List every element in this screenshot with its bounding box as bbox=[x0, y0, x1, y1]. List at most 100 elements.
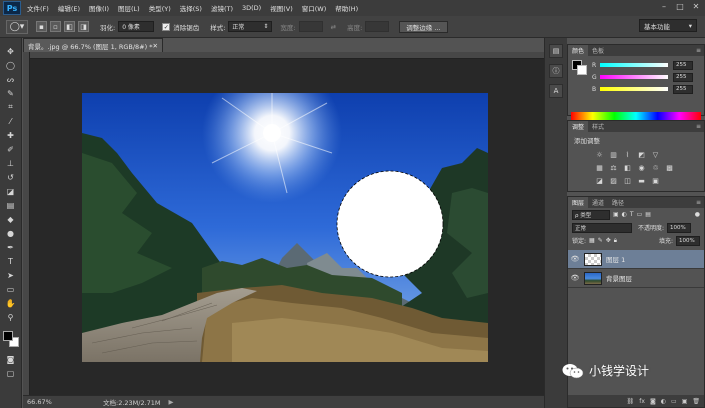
screen-mode-icon[interactable]: ▢ bbox=[3, 366, 19, 380]
threshold-icon[interactable]: ◫ bbox=[623, 176, 632, 185]
image-canvas[interactable] bbox=[82, 93, 488, 362]
layer-row[interactable]: 👁︎ 图层 1 bbox=[568, 250, 704, 269]
brush-tool-icon[interactable]: ✐ bbox=[3, 142, 19, 156]
close-icon[interactable]: ✕ bbox=[691, 2, 701, 12]
crop-tool-icon[interactable]: ⌗ bbox=[3, 100, 19, 114]
tab-channels[interactable]: 通道 bbox=[588, 198, 608, 207]
filter-toggle-icon[interactable]: ● bbox=[695, 211, 700, 218]
new-layer-icon[interactable]: ▣ bbox=[682, 398, 688, 405]
menu-filter[interactable]: 滤镜(T) bbox=[211, 3, 233, 13]
character-icon[interactable]: A bbox=[549, 84, 563, 98]
history-icon[interactable]: ▤ bbox=[549, 44, 563, 58]
quick-selection-tool-icon[interactable]: ✎ bbox=[3, 86, 19, 100]
gradient-map-icon[interactable]: ▬ bbox=[637, 176, 646, 185]
type-tool-icon[interactable]: T bbox=[3, 254, 19, 268]
minimize-icon[interactable]: – bbox=[659, 2, 669, 12]
filter-type-icon[interactable]: T bbox=[630, 211, 634, 218]
levels-icon[interactable]: ▥ bbox=[609, 150, 618, 159]
rectangle-tool-icon[interactable]: ▭ bbox=[3, 282, 19, 296]
height-input[interactable] bbox=[365, 21, 390, 32]
color-lookup-icon[interactable]: ▩ bbox=[665, 163, 674, 172]
filter-smart-icon[interactable]: ▤ bbox=[645, 211, 651, 218]
menu-file[interactable]: 文件(F) bbox=[27, 3, 49, 13]
channel-mixer-icon[interactable]: ♲ bbox=[651, 163, 660, 172]
layer-style-icon[interactable]: fx bbox=[639, 398, 645, 405]
clone-stamp-tool-icon[interactable]: ⊥ bbox=[3, 156, 19, 170]
visibility-eye-icon[interactable]: 👁︎ bbox=[568, 274, 582, 282]
menu-image[interactable]: 图像(I) bbox=[89, 3, 109, 13]
photo-filter-icon[interactable]: ◉ bbox=[637, 163, 646, 172]
panel-menu-icon[interactable]: ≡ bbox=[696, 123, 701, 130]
blend-mode-select[interactable]: 正常 bbox=[572, 222, 632, 233]
zoom-level[interactable]: 66.67% bbox=[23, 398, 63, 406]
add-selection-icon[interactable]: ▫ bbox=[50, 21, 61, 32]
channel-g-slider[interactable] bbox=[600, 75, 668, 79]
tab-swatches[interactable]: 色板 bbox=[588, 46, 608, 55]
lock-transparent-icon[interactable]: ▦ bbox=[589, 237, 595, 244]
brightness-contrast-icon[interactable]: ☼ bbox=[595, 150, 604, 159]
layer-name[interactable]: 背景图层 bbox=[606, 273, 632, 283]
eraser-tool-icon[interactable]: ◪ bbox=[3, 184, 19, 198]
link-layers-icon[interactable]: ⛓ bbox=[627, 398, 635, 405]
curves-icon[interactable]: ⌇ bbox=[623, 150, 632, 159]
intersect-selection-icon[interactable]: ◨ bbox=[78, 21, 89, 32]
filter-adjustment-icon[interactable]: ◐ bbox=[622, 211, 627, 218]
opacity-input[interactable]: 100% bbox=[667, 222, 692, 233]
close-tab-icon[interactable]: ✕ bbox=[153, 42, 158, 50]
channel-r-value[interactable]: 255 bbox=[673, 60, 693, 70]
width-input[interactable] bbox=[298, 21, 323, 32]
filter-pixel-icon[interactable]: ▣ bbox=[613, 211, 619, 218]
quick-mask-icon[interactable]: ◙ bbox=[3, 352, 19, 366]
pen-tool-icon[interactable]: ✒ bbox=[3, 240, 19, 254]
color-panel-background-swatch[interactable] bbox=[577, 65, 587, 75]
color-spectrum[interactable] bbox=[571, 112, 701, 120]
healing-brush-tool-icon[interactable]: ✚ bbox=[3, 128, 19, 142]
tab-paths[interactable]: 路径 bbox=[608, 198, 628, 207]
elliptical-marquee-preset-icon[interactable]: ◯▾ bbox=[6, 19, 28, 34]
filter-shape-icon[interactable]: ▭ bbox=[637, 211, 643, 218]
lock-paint-icon[interactable]: ✎ bbox=[598, 237, 603, 244]
new-group-icon[interactable]: ▭ bbox=[671, 398, 677, 405]
foreground-background-colors[interactable] bbox=[2, 330, 20, 348]
layer-filter-select[interactable]: ρ 类型 bbox=[572, 209, 610, 220]
color-balance-icon[interactable]: ⚖ bbox=[609, 163, 618, 172]
dodge-tool-icon[interactable]: ● bbox=[3, 226, 19, 240]
black-white-icon[interactable]: ◧ bbox=[623, 163, 632, 172]
feather-input[interactable]: 0 像素 bbox=[118, 21, 155, 32]
move-tool-icon[interactable]: ✥ bbox=[3, 44, 19, 58]
menu-help[interactable]: 帮助(H) bbox=[335, 3, 358, 13]
new-adjustment-icon[interactable]: ◐ bbox=[661, 398, 666, 405]
foreground-color-swatch[interactable] bbox=[2, 331, 13, 341]
tab-styles[interactable]: 样式 bbox=[588, 122, 608, 131]
tab-color[interactable]: 颜色 bbox=[568, 45, 589, 56]
tab-adjustments[interactable]: 调整 bbox=[568, 121, 589, 132]
add-mask-icon[interactable]: ◙ bbox=[650, 398, 656, 405]
menu-edit[interactable]: 编辑(E) bbox=[58, 3, 80, 13]
path-selection-tool-icon[interactable]: ➤ bbox=[3, 268, 19, 282]
channel-b-slider[interactable] bbox=[600, 87, 668, 91]
refine-edge-button[interactable]: 调整边缘 ... bbox=[399, 20, 448, 33]
visibility-eye-icon[interactable]: 👁︎ bbox=[568, 255, 582, 263]
menu-layer[interactable]: 图层(L) bbox=[118, 3, 140, 13]
channel-g-value[interactable]: 255 bbox=[673, 72, 693, 82]
fill-input[interactable]: 100% bbox=[676, 235, 700, 246]
elliptical-marquee-tool-icon[interactable]: ◯ bbox=[3, 58, 19, 72]
document-tab[interactable]: 背景。.jpg @ 66.7% (图层 1, RGB/8#) * ✕ bbox=[23, 38, 163, 52]
status-menu-icon[interactable]: ▶ bbox=[169, 398, 174, 406]
hue-saturation-icon[interactable]: ▦ bbox=[595, 163, 604, 172]
menu-view[interactable]: 视图(V) bbox=[270, 3, 293, 13]
swap-icon[interactable]: ⇄ bbox=[331, 23, 336, 31]
document-size-info[interactable]: 文档:2.23M/2.71M bbox=[63, 397, 161, 407]
posterize-icon[interactable]: ▨ bbox=[609, 176, 618, 185]
delete-layer-icon[interactable]: 🗑︎ bbox=[692, 398, 700, 405]
subtract-selection-icon[interactable]: ◧ bbox=[64, 21, 75, 32]
blur-tool-icon[interactable]: ◆ bbox=[3, 212, 19, 226]
channel-b-value[interactable]: 255 bbox=[673, 84, 693, 94]
panel-menu-icon[interactable]: ≡ bbox=[696, 199, 701, 206]
menu-select[interactable]: 选择(S) bbox=[180, 3, 202, 13]
hand-tool-icon[interactable]: ✋ bbox=[3, 296, 19, 310]
lasso-tool-icon[interactable]: ᔕ bbox=[3, 72, 19, 86]
vibrance-icon[interactable]: ▽ bbox=[651, 150, 660, 159]
zoom-tool-icon[interactable]: ⚲ bbox=[3, 310, 19, 324]
channel-r-slider[interactable] bbox=[600, 63, 668, 67]
